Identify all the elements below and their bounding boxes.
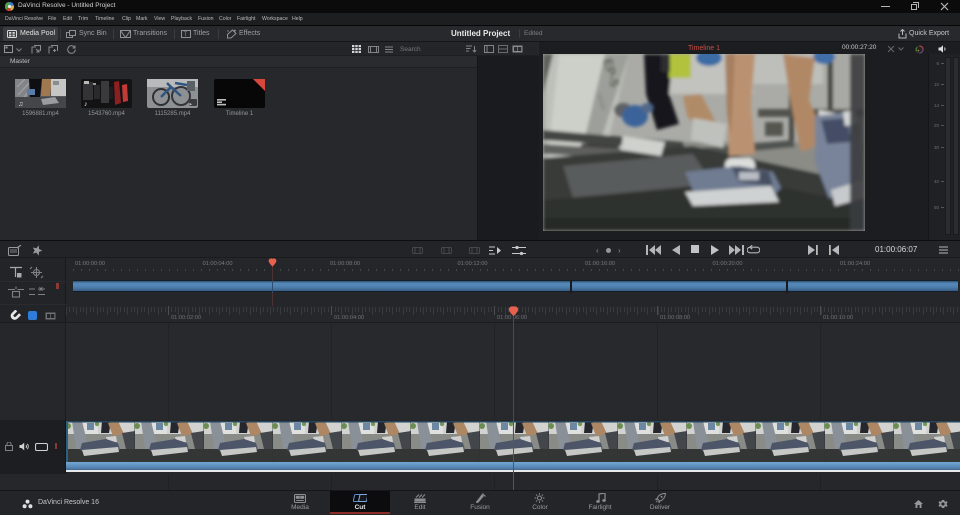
- svg-text:♪: ♪: [84, 101, 88, 108]
- svg-text:T: T: [184, 32, 188, 38]
- svg-text:♫: ♫: [18, 101, 23, 108]
